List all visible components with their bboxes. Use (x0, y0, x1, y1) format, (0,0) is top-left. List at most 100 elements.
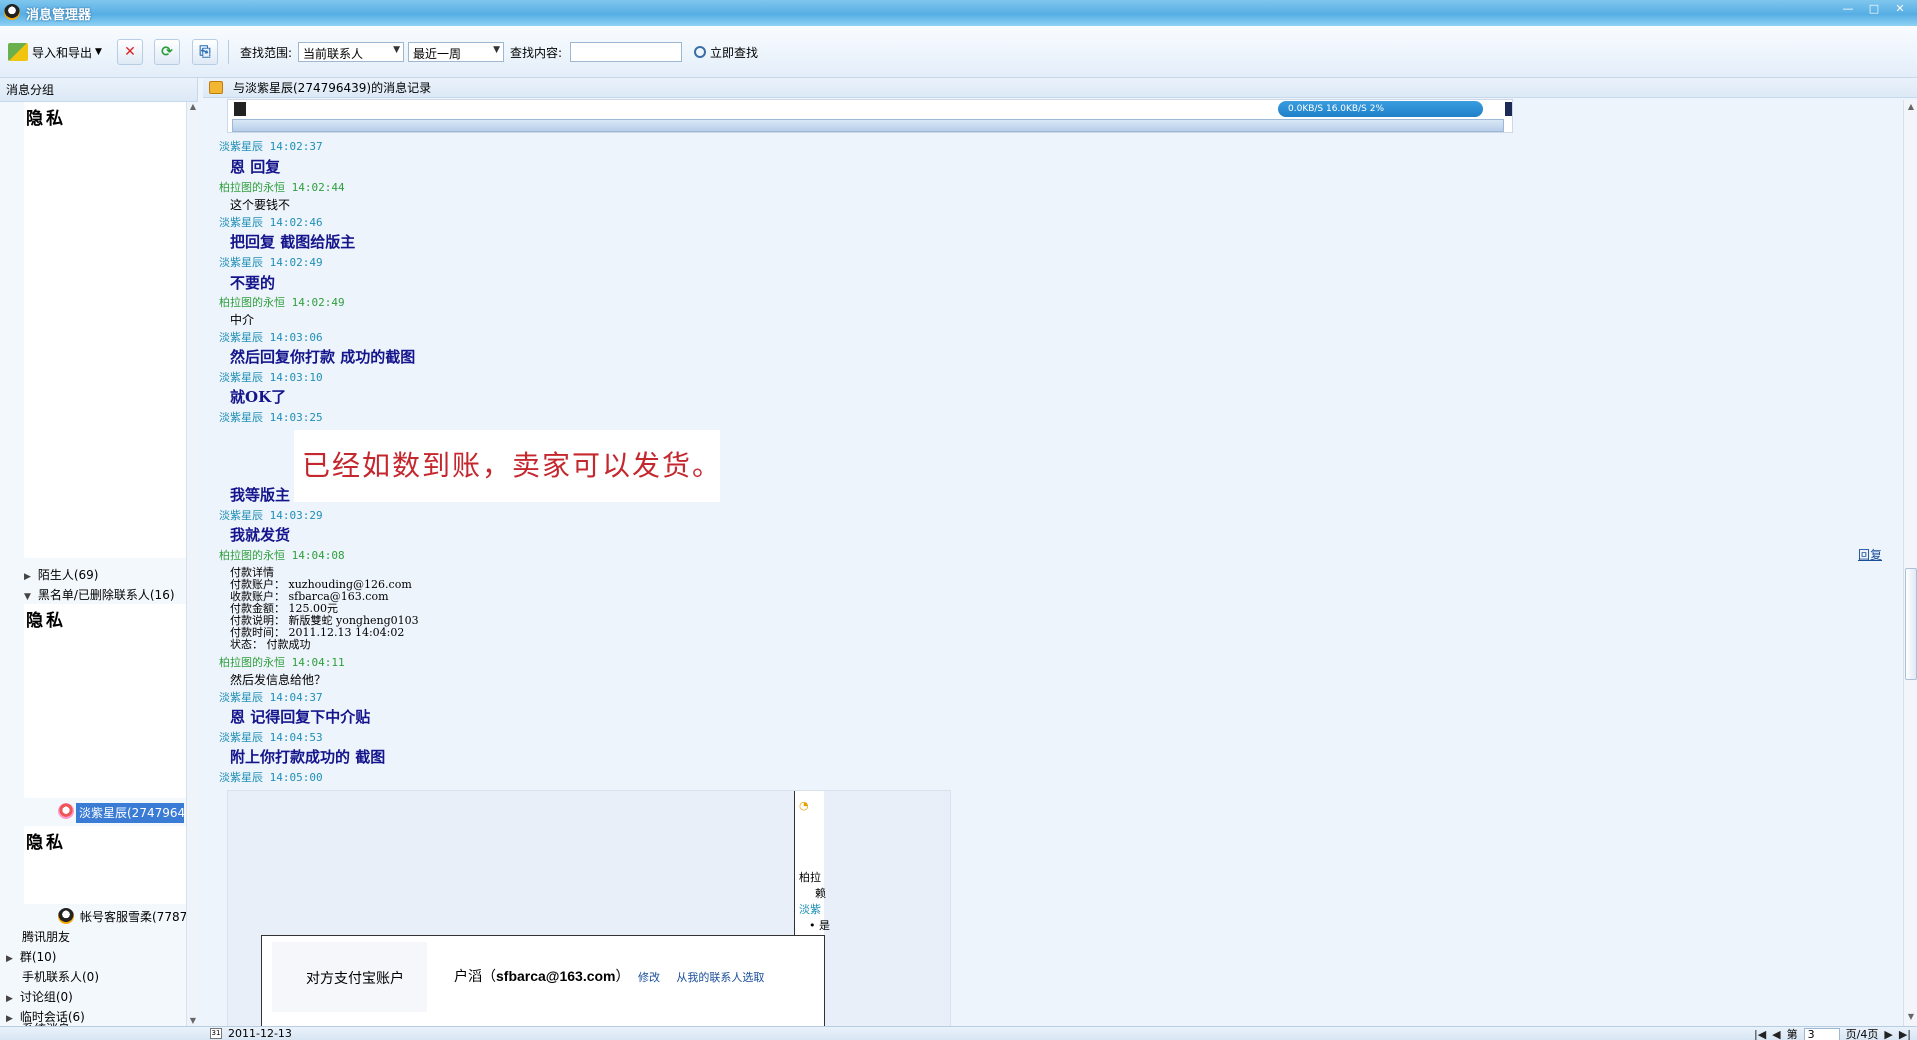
message-text: 然后发信息给他？ (230, 673, 327, 687)
refresh-icon: ⟳ (161, 44, 173, 60)
calendar-icon[interactable]: 31 (210, 1028, 222, 1039)
side-text: 柏拉 (799, 871, 821, 884)
embedded-screenshot-bottom[interactable]: ◔ 柏拉 赖 淡紫 • 是 • i 柏拉 对方支付宝账户 户滔（sfbarca@… (227, 790, 951, 1030)
message-text: 就OK了 (230, 388, 287, 406)
scroll-down-icon[interactable]: ▼ (1905, 1012, 1917, 1024)
alipay-form-screenshot: 对方支付宝账户 户滔（sfbarca@163.com） 修改 从我的联系人选取 (261, 935, 825, 1029)
delete-icon: ✕ (124, 44, 136, 60)
tree-mobile-contacts[interactable]: 手机联系人(0) (22, 968, 99, 985)
message-meta: 柏拉图的永恒 14:04:08 (219, 549, 345, 562)
side-text: 淡紫 (799, 903, 821, 916)
payment-confirm-image[interactable]: 已经如数到账，卖家可以发货。 (294, 430, 720, 502)
message-meta: 淡紫星辰 14:03:25 (219, 411, 323, 424)
import-export-label: 导入和导出 (32, 45, 93, 60)
message-text: 把回复 截图给版主 (230, 233, 356, 251)
content-label: 查找内容: (510, 45, 563, 60)
chevron-down-icon: ▼ (393, 45, 400, 55)
message-meta: 淡紫星辰 14:02:37 (219, 140, 323, 153)
import-export-button[interactable]: 导入和导出 ▼ (8, 40, 102, 64)
sidebar-scrollbar[interactable]: ▲ ▼ (186, 102, 198, 1028)
privacy-mask: 隐私 (24, 604, 196, 798)
search-content-input[interactable] (570, 42, 682, 62)
scroll-up-icon[interactable]: ▲ (187, 102, 199, 114)
export-icon: ⎘ (199, 44, 211, 60)
expand-arrow-icon: ▶ (6, 994, 13, 1004)
contact-item-service[interactable]: 帐号客服雪柔(77873 (80, 908, 195, 925)
screenshot-dark-block (234, 102, 246, 116)
message-scrollbar[interactable]: ▲ ▼ (1903, 100, 1917, 1026)
sidebar-header: 消息分组 (0, 78, 197, 102)
window-title: 消息管理器 (26, 8, 92, 23)
scrollbar-thumb[interactable] (1905, 568, 1917, 680)
screenshot-hscrollbar (232, 119, 1504, 132)
period-value: 最近一周 (413, 47, 462, 61)
embedded-screenshot-top: 0.0KB/S 16.0KB/S 2% (227, 99, 1513, 133)
message-text: 附上你打款成功的 截图 (230, 748, 386, 766)
next-page-icon[interactable]: ▶ (1884, 1028, 1892, 1040)
expand-arrow-icon: ▶ (24, 572, 31, 582)
expand-arrow-icon: ▶ (6, 954, 13, 964)
search-now-button[interactable]: 立即查找 (694, 40, 758, 64)
side-text: 赖 (815, 887, 826, 900)
confirm-image-text: 已经如数到账，卖家可以发货。 (302, 449, 723, 482)
message-meta: 淡紫星辰 14:02:49 (219, 256, 323, 269)
scope-select[interactable]: 当前联系人 ▼ (298, 42, 404, 62)
message-text: 我等版主 (230, 486, 291, 504)
privacy-mask: 隐私 (24, 826, 188, 904)
screenshot-dark-block (1505, 102, 1512, 116)
message-meta: 柏拉图的永恒 14:04:11 (219, 656, 345, 669)
contact-avatar (58, 803, 74, 819)
page-suffix: 页/4页 (1845, 1027, 1879, 1040)
close-button[interactable]: ✕ (1889, 3, 1911, 17)
side-text: • 是 (809, 919, 830, 932)
tree-groups[interactable]: ▶ 群(10) (6, 948, 56, 965)
message-meta: 淡紫星辰 14:02:46 (219, 216, 323, 229)
period-select[interactable]: 最近一周 ▼ (408, 42, 504, 62)
message-record-title: 与淡紫星辰(274796439)的消息记录 (233, 81, 432, 95)
tree-discussion[interactable]: ▶ 讨论组(0) (6, 988, 73, 1005)
contact-item-selected[interactable]: 淡紫星辰(274796439) (76, 803, 184, 823)
maximize-button[interactable]: □ (1863, 3, 1885, 17)
scroll-up-icon[interactable]: ▲ (1905, 102, 1917, 114)
delete-button[interactable]: ✕ (117, 39, 143, 65)
chat-bubble-icon (209, 81, 223, 94)
message-group-sidebar: 消息分组 隐私 ▶ 陌生人(69) ▼ 黑名单/已删除联系人(16) 隐私 淡紫… (0, 78, 198, 1028)
tree-blacklist-label: 黑名单/已删除联系人(16) (37, 588, 175, 602)
tree-groups-label: 群(10) (19, 950, 57, 964)
export-button[interactable]: ⎘ (192, 39, 218, 65)
message-record-header: 与淡紫星辰(274796439)的消息记录 (203, 78, 1917, 98)
payment-detail: 付款详情 付款账户： xuzhouding@126.com 收款账户： sfba… (230, 567, 419, 651)
tree-strangers-label: 陌生人(69) (37, 568, 99, 582)
page-prefix: 第 (1786, 1027, 1798, 1040)
minimize-button[interactable]: — (1837, 3, 1859, 17)
tree-tencent-friends[interactable]: 腾讯朋友 (22, 928, 70, 945)
search-icon (694, 46, 706, 58)
emoticon-icon: ◔ (799, 799, 809, 812)
pager: |◀ ◀ 第 3 页/4页 ▶ ▶| (1754, 1027, 1911, 1040)
message-meta: 淡紫星辰 14:03:29 (219, 509, 323, 522)
message-text: 然后回复你打款 成功的截图 (230, 348, 416, 366)
reply-link[interactable]: 回复 (1858, 546, 1882, 563)
collapse-arrow-icon: ▼ (24, 592, 31, 602)
payment-line: 状态： 付款成功 (230, 638, 311, 651)
message-meta: 淡紫星辰 14:05:00 (219, 771, 323, 784)
message-text: 不要的 (230, 274, 276, 292)
scope-label: 查找范围: (240, 45, 293, 60)
page-number-input[interactable]: 3 (1803, 1027, 1840, 1040)
tree-strangers[interactable]: ▶ 陌生人(69) (24, 566, 98, 583)
message-meta: 柏拉图的永恒 14:02:49 (219, 296, 345, 309)
message-text: 恩 记得回复下中介贴 (230, 708, 371, 726)
import-export-icon (8, 43, 28, 61)
message-meta: 淡紫星辰 14:03:10 (219, 371, 323, 384)
qq-penguin-icon (58, 908, 74, 924)
prev-page-icon[interactable]: ◀ (1772, 1028, 1780, 1040)
toolbar-divider (228, 40, 229, 64)
message-meta: 淡紫星辰 14:03:06 (219, 331, 323, 344)
status-date: 2011-12-13 (228, 1027, 292, 1040)
last-page-icon[interactable]: ▶| (1899, 1028, 1911, 1040)
first-page-icon[interactable]: |◀ (1754, 1028, 1766, 1040)
tree-blacklist[interactable]: ▼ 黑名单/已删除联系人(16) (24, 586, 175, 603)
expand-arrow-icon: ▶ (6, 1014, 13, 1024)
message-meta: 淡紫星辰 14:04:37 (219, 691, 323, 704)
refresh-button[interactable]: ⟳ (154, 39, 180, 65)
